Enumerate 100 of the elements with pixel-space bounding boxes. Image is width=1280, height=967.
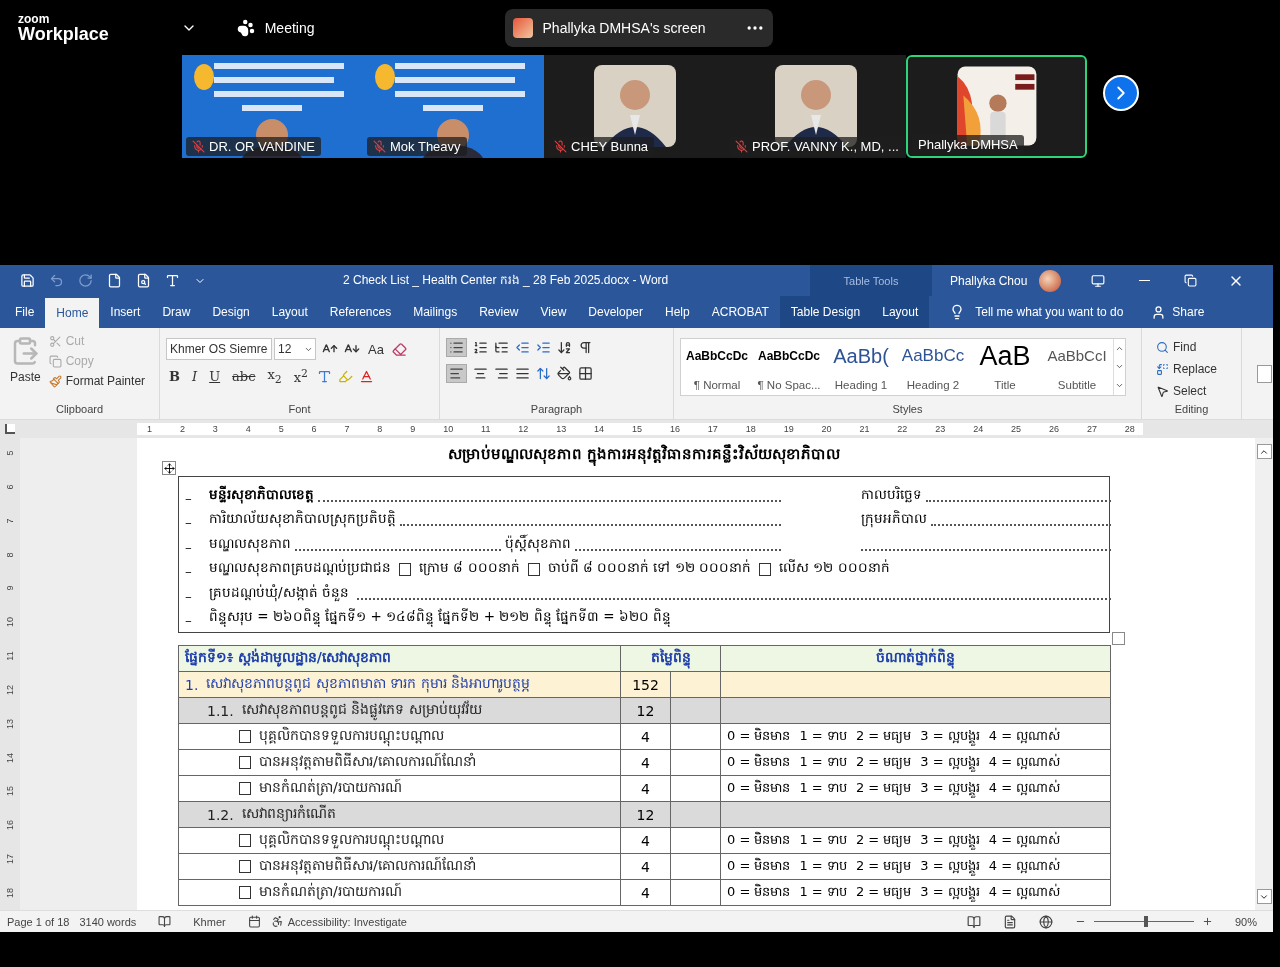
scale-option: 4 = ល្អណាស់ — [988, 779, 1061, 798]
video-tile[interactable]: Phallyka DMHSA — [906, 55, 1087, 158]
zoom-level[interactable]: 90% — [1234, 915, 1257, 928]
tell-me-field[interactable]: Tell me what you want to do — [943, 296, 1130, 328]
window-title: 2 Check List _ Health Center ករង _ 28 Feb 2025.docx - Word — [342, 271, 670, 289]
form-label: មណ្ឌលសុខភាពគ្របដណ្តប់ប្រជាជន — [209, 559, 391, 579]
ribbon-tab[interactable]: Review — [468, 296, 530, 328]
row-label: សេវាសុខភាពបន្តពូជ សុខភាពមាតា ទារក កុមារ និងអាហារូបត្ថម្ភ — [206, 674, 531, 695]
paste-button[interactable]: Paste — [6, 332, 45, 401]
form-label: ប៉ុស្តិ៍សុខភាព — [505, 534, 571, 555]
form-label: ក្រុមអភិបាល — [861, 510, 927, 530]
screen-share-pill[interactable]: Phallyka DMHSA's screen — [504, 8, 773, 47]
style-item[interactable]: AaBbCc Heading 2 — [897, 339, 969, 395]
participant-name: Mok Theavy — [390, 139, 461, 154]
scale-option: 3 = ល្អបង្គួរ — [920, 753, 980, 772]
language-label[interactable]: Khmer — [193, 915, 226, 928]
dash-marker: – — [185, 587, 193, 604]
scale-option: 0 = មិនមាន — [727, 779, 791, 798]
ribbon-tab[interactable]: Developer — [577, 296, 655, 328]
format-button[interactable]: x$_{2}$ — [264, 367, 285, 386]
font-name-field[interactable]: Khmer OS Siemre — [166, 338, 272, 360]
style-item[interactable]: AaBbCcDc ¶ No Spac... — [753, 339, 825, 395]
editing-button[interactable]: Replace — [1156, 360, 1218, 378]
scale-option: 3 = ល្អបង្គួរ — [920, 883, 980, 902]
style-item[interactable]: AaB Title — [969, 339, 1041, 395]
participant-name: Phallyka DMHSA — [918, 137, 1018, 152]
form-label: លើស ១២ ០០០នាក់ — [779, 559, 890, 577]
dash-marker: – — [185, 563, 193, 579]
scale-option: 2 = មធ្យម — [855, 831, 912, 850]
scale-option: 0 = មិនមាន — [727, 883, 791, 902]
format-button[interactable]: abc — [229, 368, 259, 384]
scale-option: 3 = ល្អបង្គួរ — [920, 779, 980, 798]
form-label: ការិយាល័យសុខាភិបាលស្រុកប្រតិបត្តិ — [209, 510, 396, 530]
points-cell: 4 — [620, 853, 671, 880]
dash-marker: – — [185, 538, 193, 555]
context-label: Table Tools — [810, 265, 932, 296]
scale-option: 0 = មិនមាន — [727, 753, 791, 772]
participant-name: PROF. VANNY K., MD, ... — [752, 139, 899, 154]
style-item[interactable]: AaBbCcDc ¶ Normal — [681, 339, 753, 395]
accessibility-button[interactable]: Accessibility: Investigate — [270, 915, 407, 928]
group-label: Font — [287, 402, 312, 417]
logo-text: Workplace — [18, 24, 109, 43]
format-button[interactable]: x$^{2}$ — [290, 367, 311, 386]
ribbon-tab[interactable]: Layout — [260, 296, 319, 328]
ribbon-tab[interactable]: Table Design — [779, 296, 872, 328]
ribbon-tab[interactable]: Draw — [151, 296, 202, 328]
scale-option: 1 = ទាប — [799, 857, 847, 876]
word-count[interactable]: 3140 words — [79, 915, 137, 928]
points-cell: 12 — [620, 801, 671, 828]
ribbon-tab[interactable]: References — [318, 296, 403, 328]
style-item[interactable]: AaBbCcI Subtitle — [1041, 339, 1113, 395]
format-button[interactable]: U — [206, 368, 224, 384]
scale-option: 2 = មធ្យម — [855, 883, 912, 902]
row-label: បានអនុវត្តតាមពិធីសារ/គោលការណ៍ណែនាំ — [259, 856, 476, 877]
points-cell: 4 — [620, 827, 671, 854]
row-label: បុគ្គលិកបានទទួលការបណ្តុះបណ្តាល — [259, 726, 444, 747]
row-label: មានកំណត់ត្រា/របាយការណ៍ — [259, 882, 402, 902]
scale-option: 0 = មិនមាន — [727, 831, 791, 850]
scale-option: 3 = ល្អបង្គួរ — [920, 727, 980, 746]
row-label: សេវាពន្យារកំណើត — [241, 804, 336, 824]
group-label: Editing — [1173, 402, 1210, 417]
points-cell: 4 — [620, 775, 671, 802]
document-title: សម្រាប់មណ្ឌលសុខភាព ក្នុងការអនុវត្តវិធានការគន្លឹះវិស័យសុខាភិបាល — [178, 444, 1110, 466]
meeting-button[interactable]: Meeting — [232, 14, 319, 41]
column-header: ចំណាត់ថ្នាក់ពិន្ទុ — [720, 645, 1111, 672]
ribbon-tab[interactable]: Home — [45, 298, 100, 328]
row-label: បុគ្គលិកបានទទួលការបណ្តុះបណ្តាល — [259, 830, 444, 851]
row-label: សេវាសុខភាពបន្តពូជ និងផ្លូវភេទ សម្រាប់យុវវ័យ — [241, 700, 482, 721]
logo-text: zoom — [18, 12, 51, 25]
format-button[interactable]: B — [166, 368, 183, 384]
scale-option: 3 = ល្អបង្គួរ — [920, 857, 980, 876]
scale-option: 3 = ល្អបង្គួរ — [920, 831, 980, 850]
editing-button[interactable]: Find — [1156, 338, 1218, 356]
ribbon-tab[interactable]: ACROBAT — [700, 296, 780, 328]
share-button[interactable]: Share — [1145, 296, 1211, 328]
ribbon-tab[interactable]: File — [4, 296, 46, 328]
ribbon-tab[interactable]: Help — [654, 296, 701, 328]
change-case-button[interactable]: Aa — [366, 341, 386, 357]
ribbon-tab[interactable]: Design — [201, 296, 261, 328]
column-header: តម្លៃពិន្ទុ — [620, 645, 721, 672]
scale-option: 4 = ល្អណាស់ — [988, 857, 1061, 876]
page-count[interactable]: Page 1 of 18 — [7, 915, 70, 928]
ribbon-tab[interactable]: View — [529, 296, 578, 328]
ribbon-tab[interactable]: Layout — [871, 296, 930, 328]
dash-marker: – — [185, 514, 193, 530]
horizontal-ruler: 1 2 3 4 5 6 7 8 9 10 11 12 13 14 15 16 17 18 19 20 21 22 23 24 25 26 27 28 — [137, 423, 1143, 435]
scale-option: 2 = មធ្យម — [855, 857, 912, 876]
ribbon-tab[interactable]: Mailings — [402, 296, 469, 328]
scale-option: 4 = ល្អណាស់ — [988, 883, 1061, 902]
editing-button[interactable]: Select — [1156, 382, 1218, 400]
scale-option: 4 = ល្អណាស់ — [988, 753, 1061, 772]
font-size-field[interactable]: 12 — [274, 338, 316, 360]
form-label: ពិន្ទុសរុប = ២៦០ពិន្ទុ ផ្នែកទី១ + ១៤៨ពិន្ទុ ផ្នែកទី២ + ២១២ ពិន្ទុ ផ្នែកទី៣ = ៦២០ ពិន្ទុ — [209, 608, 672, 628]
ribbon-tab[interactable]: Insert — [99, 296, 152, 328]
style-item[interactable]: AaBb( Heading 1 — [825, 339, 897, 395]
dash-marker: – — [185, 489, 193, 506]
points-cell: 4 — [620, 723, 671, 750]
scale-option: 4 = ល្អណាស់ — [988, 831, 1061, 850]
clipboard-button[interactable]: Format Painter — [48, 372, 146, 390]
format-button[interactable]: I — [189, 368, 201, 384]
